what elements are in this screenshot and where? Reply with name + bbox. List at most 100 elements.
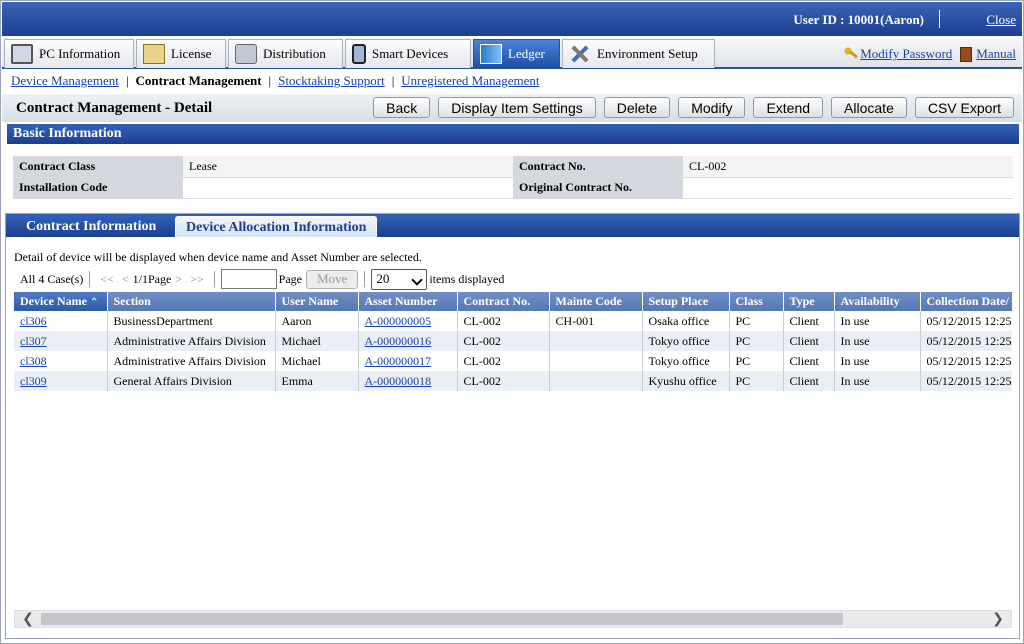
cell-type: Client — [783, 371, 835, 391]
asset-number-link[interactable]: A-000000005 — [365, 314, 432, 328]
col-mainte-code[interactable]: Mainte Code — [549, 292, 643, 311]
cell-collection-date: 05/12/2015 12:25: — [920, 351, 1012, 371]
table-row: cl306 BusinessDepartment Aaron A-0000000… — [14, 311, 1012, 331]
subnav-device-management[interactable]: Device Management — [11, 73, 119, 89]
delete-button[interactable]: Delete — [603, 97, 671, 118]
installation-code-value — [183, 177, 513, 199]
close-link[interactable]: Close — [986, 12, 1016, 28]
original-contract-label: Original Contract No. — [513, 177, 683, 199]
col-class[interactable]: Class — [729, 292, 784, 311]
cell-contract-no: CL-002 — [457, 311, 550, 331]
tab-label: License — [171, 46, 212, 61]
display-item-settings-button[interactable]: Display Item Settings — [438, 97, 596, 118]
tab-environment-setup[interactable]: Environment Setup — [562, 39, 715, 68]
next-page-link[interactable]: > — [175, 272, 182, 287]
cell-availability: In use — [834, 371, 921, 391]
csv-export-button[interactable]: CSV Export — [914, 97, 1014, 118]
horizontal-scrollbar[interactable]: ❮ ❯ — [14, 610, 1012, 628]
tab-label: Ledger — [508, 46, 545, 61]
last-page-link[interactable]: >> — [190, 272, 204, 287]
device-name-link[interactable]: cl308 — [20, 354, 47, 368]
user-id-label: User ID : 10001(Aaron) — [793, 12, 924, 27]
asset-number-link[interactable]: A-000000017 — [365, 354, 432, 368]
info-note: Detail of device will be displayed when … — [14, 250, 422, 264]
title-bar: Contract Management - Detail Back Displa… — [2, 94, 1022, 122]
col-availability[interactable]: Availability — [834, 292, 921, 311]
manual-link[interactable]: Manual — [976, 46, 1016, 62]
cell-setup-place: Tokyo office — [642, 351, 730, 371]
scrollbar-thumb[interactable] — [41, 613, 843, 625]
tools-icon — [569, 44, 591, 64]
cell-device-name: cl309 — [14, 371, 108, 391]
items-per-page-select[interactable]: 20 — [371, 268, 428, 290]
table-header-row: Device Name ⌃ Section User Name Asset Nu… — [14, 292, 1012, 311]
subnav-contract-management: Contract Management — [135, 73, 262, 88]
tab-label: PC Information — [39, 46, 121, 61]
cell-section: Administrative Affairs Division — [107, 331, 276, 351]
contract-class-label: Contract Class — [13, 156, 183, 178]
tab-contract-information[interactable]: Contract Information — [16, 216, 166, 237]
col-contract-no[interactable]: Contract No. — [457, 292, 550, 311]
tab-distribution[interactable]: Distribution — [228, 39, 343, 68]
asset-number-link[interactable]: A-000000016 — [365, 334, 432, 348]
extend-button[interactable]: Extend — [753, 97, 824, 118]
device-name-link[interactable]: cl309 — [20, 374, 47, 388]
pc-icon — [11, 44, 33, 64]
col-type[interactable]: Type — [783, 292, 835, 311]
page-number-input[interactable] — [220, 269, 277, 289]
separator: | — [391, 73, 395, 88]
separator: | — [268, 73, 272, 88]
cell-class: PC — [729, 311, 784, 331]
move-button[interactable]: Move — [305, 269, 359, 289]
tab-label: Environment Setup — [597, 46, 698, 61]
back-button[interactable]: Back — [373, 97, 431, 118]
col-collection-date[interactable]: Collection Date/ — [920, 292, 1012, 311]
action-buttons: Back Display Item Settings Delete Modify… — [373, 97, 1014, 118]
table-row: cl308 Administrative Affairs Division Mi… — [14, 351, 1012, 371]
col-section[interactable]: Section — [107, 292, 276, 311]
smartphone-icon — [352, 44, 366, 64]
modify-password-link[interactable]: Modify Password — [860, 46, 952, 62]
col-device-name[interactable]: Device Name ⌃ — [14, 292, 108, 311]
col-setup-place[interactable]: Setup Place — [642, 292, 730, 311]
modify-button[interactable]: Modify — [678, 97, 746, 118]
cell-asset-number: A-000000018 — [358, 371, 458, 391]
tab-pc-information[interactable]: PC Information — [4, 39, 134, 68]
col-asset-number[interactable]: Asset Number — [358, 292, 458, 311]
tab-license[interactable]: License — [136, 39, 226, 68]
col-user-name[interactable]: User Name — [275, 292, 359, 311]
case-count: All 4 Case(s) — [20, 271, 84, 286]
cell-device-name: cl306 — [14, 311, 108, 331]
allocate-button[interactable]: Allocate — [831, 97, 907, 118]
prev-page-link[interactable]: < — [122, 272, 129, 287]
asset-number-link[interactable]: A-000000018 — [365, 374, 432, 388]
basic-info-header: Basic Information — [7, 124, 1019, 144]
device-name-link[interactable]: cl307 — [20, 334, 47, 348]
manual-book-icon — [960, 46, 973, 62]
cell-mainte-code — [549, 351, 643, 371]
tab-ledger[interactable]: Ledger — [473, 39, 560, 68]
tab-smart-devices[interactable]: Smart Devices — [345, 39, 471, 68]
page-title: Contract Management - Detail — [16, 100, 213, 116]
contract-no-value: CL-002 — [683, 156, 1013, 178]
subnav-unregistered-management[interactable]: Unregistered Management — [401, 73, 539, 89]
subnav-stocktaking-support[interactable]: Stocktaking Support — [278, 73, 385, 89]
original-contract-value — [683, 177, 1013, 199]
top-bar: User ID : 10001(Aaron) Close — [2, 2, 1022, 36]
cell-type: Client — [783, 331, 835, 351]
cell-availability: In use — [834, 311, 921, 331]
cell-contract-no: CL-002 — [457, 351, 550, 371]
cell-device-name: cl308 — [14, 351, 108, 371]
page-label: Page — [278, 271, 302, 286]
device-name-link[interactable]: cl306 — [20, 314, 47, 328]
scroll-right-icon[interactable]: ❯ — [989, 611, 1007, 627]
sub-navigation: Device Management | Contract Management … — [11, 73, 540, 89]
app-window: User ID : 10001(Aaron) Close PC Informat… — [0, 0, 1024, 644]
separator — [364, 271, 366, 287]
scroll-left-icon[interactable]: ❮ — [19, 611, 37, 627]
tab-device-allocation-information[interactable]: Device Allocation Information — [175, 216, 378, 237]
separator: | — [125, 73, 129, 88]
first-page-link[interactable]: << — [100, 272, 114, 287]
cell-user-name: Aaron — [275, 311, 359, 331]
cell-setup-place: Kyushu office — [642, 371, 730, 391]
